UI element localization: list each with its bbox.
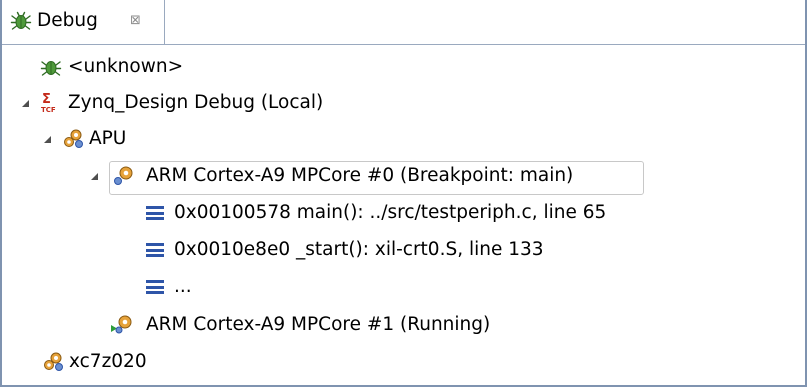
bug-icon: [40, 61, 62, 76]
stack-frame-label: ...: [174, 276, 192, 297]
collapse-icon[interactable]: [22, 100, 29, 107]
collapse-icon[interactable]: [91, 173, 98, 180]
tree-item-core1[interactable]: ARM Cortex-A9 MPCore #1 (Running): [2, 307, 602, 343]
tree-item-label: xc7z020: [69, 351, 147, 372]
debug-view: Debug ⊠ <unknown> Σ TCF Zynq_Design Debu…: [0, 0, 807, 387]
tree-item-label: ARM Cortex-A9 MPCore #0 (Breakpoint: mai…: [146, 165, 574, 186]
tree-item-unknown[interactable]: <unknown>: [2, 49, 302, 85]
stack-frame-label: 0x00100578 main(): ../src/testperiph.c, …: [174, 202, 607, 223]
bug-icon: [10, 11, 32, 30]
tree-item-label: ARM Cortex-A9 MPCore #1 (Running): [146, 314, 491, 335]
tcf-launch-icon: Σ TCF: [41, 92, 56, 113]
tree-item-label: Zynq_Design Debug (Local): [68, 92, 324, 113]
stack-frame-label: 0x0010e8e0 _start(): xil-crt0.S, line 13…: [174, 239, 544, 260]
stack-frame-icon: [146, 206, 164, 220]
stack-frame-icon: [146, 243, 164, 257]
tree-item-device[interactable]: xc7z020: [2, 344, 252, 380]
tree-item-apu[interactable]: APU: [2, 121, 202, 157]
stack-frame-row[interactable]: 0x0010e8e0 _start(): xil-crt0.S, line 13…: [2, 232, 682, 268]
running-core-icon: [111, 315, 132, 334]
stack-frame-row[interactable]: ...: [2, 269, 302, 305]
view-tab-bar: Debug ⊠: [2, 0, 805, 45]
tree-item-launch[interactable]: Σ TCF Zynq_Design Debug (Local): [2, 85, 422, 121]
stack-frame-row[interactable]: 0x00100578 main(): ../src/testperiph.c, …: [2, 195, 682, 231]
device-icon: [44, 352, 63, 371]
suspended-core-icon: [114, 166, 133, 185]
tab-debug-label: Debug: [37, 10, 98, 31]
processor-group-icon: [64, 129, 83, 148]
collapse-icon[interactable]: [44, 136, 51, 143]
tree-item-core0[interactable]: ARM Cortex-A9 MPCore #0 (Breakpoint: mai…: [2, 158, 642, 194]
close-icon[interactable]: ⊠: [130, 12, 141, 30]
tree-item-label: <unknown>: [68, 56, 184, 77]
svg-text:TCF: TCF: [41, 106, 56, 113]
debug-tree: <unknown> Σ TCF Zynq_Design Debug (Local…: [2, 44, 805, 385]
svg-text:Σ: Σ: [42, 92, 51, 107]
tree-item-label: APU: [89, 128, 127, 149]
stack-frame-icon: [146, 280, 164, 294]
tab-debug[interactable]: Debug ⊠: [2, 0, 165, 44]
